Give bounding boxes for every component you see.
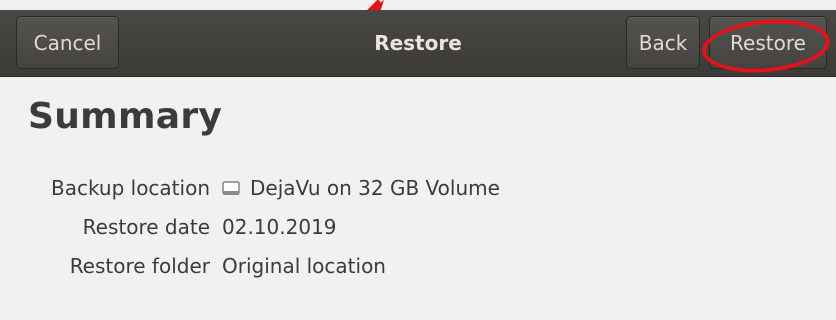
drive-icon [222, 181, 240, 195]
restore-folder-value: Original location [222, 254, 386, 278]
restore-date-label: Restore date [82, 215, 210, 239]
restore-window: Cancel Restore Back Restore Summary Back… [0, 0, 836, 320]
summary-row-restore-date: Restore date 02.10.2019 [0, 215, 836, 247]
back-button[interactable]: Back [626, 16, 700, 69]
restore-date-value: 02.10.2019 [222, 215, 337, 239]
backup-location-text: DejaVu on 32 GB Volume [250, 176, 500, 200]
cancel-button[interactable]: Cancel [16, 16, 119, 69]
restore-folder-label: Restore folder [69, 254, 210, 278]
summary-row-backup-location: Backup location DejaVu on 32 GB Volume [0, 176, 836, 208]
backup-location-value: DejaVu on 32 GB Volume [222, 176, 500, 200]
summary-row-restore-folder: Restore folder Original location [0, 254, 836, 286]
backup-location-label: Backup location [50, 176, 210, 200]
page-title: Summary [28, 96, 223, 137]
